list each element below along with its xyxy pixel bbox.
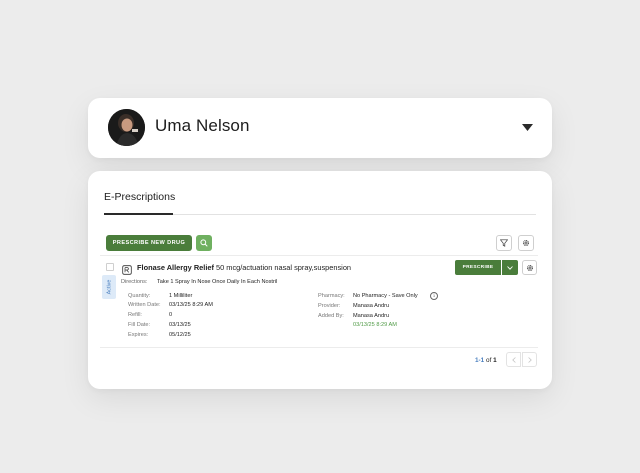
expires-label: Expires: bbox=[128, 332, 149, 338]
refill-label: Refill: bbox=[128, 312, 142, 318]
pharmacy-value: No Pharmacy - Save Only bbox=[353, 293, 418, 299]
prescribe-options-button[interactable] bbox=[502, 260, 518, 275]
row-divider bbox=[100, 347, 538, 348]
drug-detail: 50 mcg/actuation nasal spray,suspension bbox=[216, 263, 352, 272]
provider-value: Manasa Andru bbox=[353, 303, 390, 309]
written-date-label: Written Date: bbox=[128, 302, 161, 308]
provider-label: Provider: bbox=[318, 303, 341, 309]
chevron-down-icon bbox=[507, 265, 513, 270]
info-icon[interactable]: i bbox=[430, 292, 438, 300]
expires-value: 05/12/25 bbox=[169, 332, 191, 338]
pagination-of: of bbox=[486, 357, 492, 364]
prescribe-button[interactable]: PRESCRIBE bbox=[455, 260, 501, 275]
pagination-range: 1-1 bbox=[475, 357, 485, 364]
status-badge-label: Active bbox=[106, 279, 112, 295]
search-icon bbox=[200, 239, 208, 247]
caret-down-icon[interactable] bbox=[521, 122, 533, 132]
pagination-total: 1 bbox=[493, 357, 497, 364]
row-settings-button[interactable] bbox=[522, 260, 537, 275]
patient-header-card: Uma Nelson bbox=[88, 98, 552, 158]
fill-date-value: 03/13/25 bbox=[169, 322, 191, 328]
status-badge: Active bbox=[102, 275, 116, 299]
tab-active-indicator bbox=[104, 213, 173, 215]
quantity-value: 1 Milliliter bbox=[169, 293, 193, 299]
patient-name: Uma Nelson bbox=[155, 116, 250, 135]
tab-e-prescriptions[interactable]: E-Prescriptions bbox=[104, 191, 175, 203]
prescriptions-card: E-Prescriptions PRESCRIBE NEW DRUG Activ… bbox=[88, 171, 552, 389]
chevron-left-icon bbox=[511, 356, 516, 363]
chevron-right-icon bbox=[527, 356, 532, 363]
added-timestamp: 03/13/25 8:29 AM bbox=[353, 322, 397, 328]
table-settings-button[interactable] bbox=[518, 235, 534, 251]
search-button[interactable] bbox=[196, 235, 212, 251]
previous-page-button[interactable] bbox=[506, 352, 521, 367]
added-by-label: Added By: bbox=[318, 313, 344, 319]
directions-value: Take 1 Spray In Nose Once Daily In Each … bbox=[157, 279, 278, 285]
next-page-button[interactable] bbox=[522, 352, 537, 367]
drug-description[interactable]: Flonase Allergy Relief 50 mcg/actuation … bbox=[137, 263, 351, 272]
drug-name: Flonase Allergy Relief bbox=[137, 263, 214, 272]
gear-icon bbox=[523, 240, 529, 246]
added-by-value: Manasa Andru bbox=[353, 313, 390, 319]
written-date-value: 03/13/25 8:29 AM bbox=[169, 302, 213, 308]
prescribe-new-drug-button[interactable]: PRESCRIBE NEW DRUG bbox=[106, 235, 192, 251]
pharmacy-label: Pharmacy: bbox=[318, 293, 345, 299]
gear-icon bbox=[526, 264, 533, 271]
filter-icon bbox=[500, 239, 508, 247]
row-select-checkbox[interactable] bbox=[106, 263, 114, 271]
filter-button[interactable] bbox=[496, 235, 512, 251]
avatar bbox=[108, 109, 145, 146]
prescription-icon bbox=[122, 262, 132, 275]
pagination-summary: 1-1 of 1 bbox=[475, 357, 497, 364]
row-divider bbox=[100, 255, 538, 256]
fill-date-label: Fill Date: bbox=[128, 322, 151, 328]
quantity-label: Quantity: bbox=[128, 293, 151, 299]
directions-label: Directions: bbox=[121, 279, 148, 285]
refill-value: 0 bbox=[169, 312, 173, 318]
